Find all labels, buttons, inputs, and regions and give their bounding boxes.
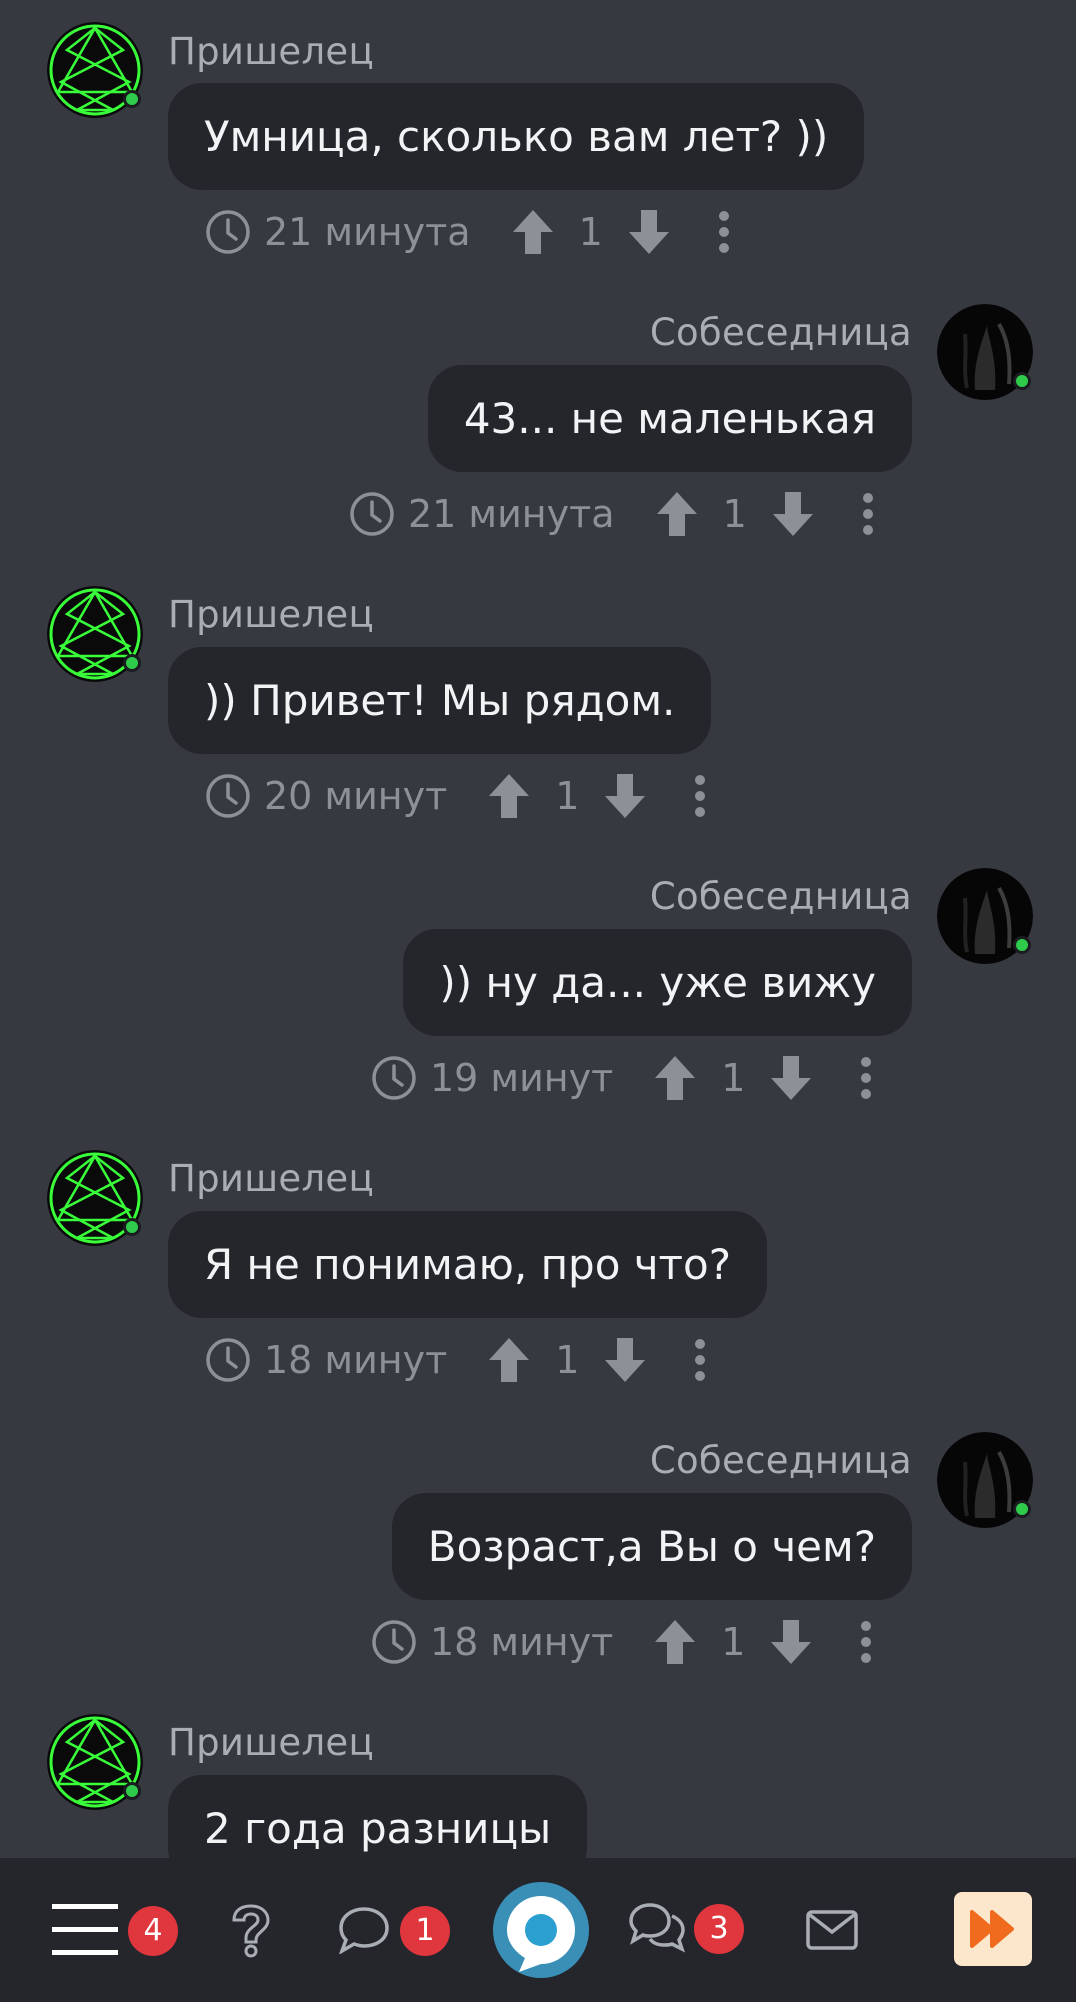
message-time: 19 минут [430,1056,614,1100]
online-indicator [1013,1500,1031,1518]
message-bubble[interactable]: Я не понимаю, про что? [168,1211,768,1318]
comments-badge: 1 [400,1906,450,1956]
menu-badge: 4 [128,1906,178,1956]
vote-count: 1 [555,1338,580,1382]
vote-count: 1 [555,774,580,818]
avatar-sobesednitsa[interactable] [937,1432,1033,1528]
clock-icon [372,1620,416,1664]
message-time: 20 минут [264,774,448,818]
message-bubble[interactable]: 43... не маленькая [427,365,912,472]
clock-icon [372,1056,416,1100]
vote-count: 1 [721,1620,746,1664]
chat-thread[interactable]: Пришелец Умница, сколько вам лет? )) 21 … [0,0,1076,1858]
mail-button[interactable] [806,1910,858,1950]
message-bubble[interactable]: )) ну да... уже вижу [403,929,912,1036]
message-bubble[interactable]: Возраст,а Вы о чем? [391,1493,912,1600]
upvote-icon[interactable] [487,772,531,820]
downvote-icon[interactable] [627,208,671,256]
online-indicator [123,90,141,108]
author-name[interactable]: Пришелец [168,30,374,73]
clock-icon [206,774,250,818]
message-meta: 20 минут 1 [204,766,707,826]
more-options-icon[interactable] [859,1620,873,1664]
message-meta: 18 минут 1 [204,1330,707,1390]
help-button[interactable] [228,1904,274,1958]
author-name[interactable]: Пришелец [168,593,374,636]
message-time: 18 минут [264,1338,448,1382]
clock-icon [206,210,250,254]
author-name[interactable]: Пришелец [168,1721,374,1764]
more-options-icon[interactable] [693,774,707,818]
fast-forward-button[interactable] [954,1892,1032,1966]
downvote-icon[interactable] [603,772,647,820]
vote-count: 1 [721,1056,746,1100]
clock-icon [206,1338,250,1382]
downvote-icon[interactable] [771,490,815,538]
clock-icon [350,492,394,536]
message-meta: 19 минут 1 [370,1048,873,1108]
app-logo-icon [495,1884,587,1976]
message-time: 21 минута [408,492,615,536]
more-options-icon[interactable] [859,1056,873,1100]
mail-icon [806,1910,858,1950]
downvote-icon[interactable] [769,1054,813,1102]
avatar-sobesednitsa[interactable] [937,868,1033,964]
message-bubble[interactable]: )) Привет! Мы рядом. [168,647,712,754]
avatar-sobesednitsa[interactable] [937,304,1033,400]
message-meta: 18 минут 1 [370,1612,873,1672]
fast-forward-icon [970,1910,1014,1948]
message-time: 18 минут [430,1620,614,1664]
discussions-button[interactable] [628,1902,686,1954]
message-meta: 21 минута 1 [204,202,731,262]
downvote-icon[interactable] [769,1618,813,1666]
author-name[interactable]: Пришелец [168,1157,374,1200]
app-logo[interactable] [493,1882,589,1978]
discussions-icon [629,1903,685,1953]
comments-button[interactable] [338,1906,390,1954]
message-time: 21 минута [264,210,471,254]
avatar-prishelets[interactable] [47,1150,143,1246]
author-name[interactable]: Собеседница [650,311,912,354]
upvote-icon[interactable] [653,1054,697,1102]
menu-button[interactable] [52,1904,118,1956]
discussions-badge: 3 [694,1904,744,1954]
vote-count: 1 [578,210,603,254]
online-indicator [123,1782,141,1800]
upvote-icon[interactable] [511,208,555,256]
help-icon [232,1904,270,1958]
author-name[interactable]: Собеседница [650,1439,912,1482]
online-indicator [1013,372,1031,390]
online-indicator [123,654,141,672]
vote-count: 1 [722,492,747,536]
comment-icon [339,1907,389,1954]
message-meta: 21 минута 1 [348,484,875,544]
more-options-icon[interactable] [861,492,875,536]
avatar-prishelets[interactable] [47,22,143,118]
avatar-prishelets[interactable] [47,1714,143,1810]
more-options-icon[interactable] [717,210,731,254]
avatar-prishelets[interactable] [47,586,143,682]
online-indicator [1013,936,1031,954]
message-bubble[interactable]: Умница, сколько вам лет? )) [168,83,865,190]
message-bubble[interactable]: 2 года разницы [168,1775,588,1858]
author-name[interactable]: Собеседница [650,875,912,918]
downvote-icon[interactable] [603,1336,647,1384]
upvote-icon[interactable] [655,490,699,538]
upvote-icon[interactable] [653,1618,697,1666]
online-indicator [123,1218,141,1236]
more-options-icon[interactable] [693,1338,707,1382]
upvote-icon[interactable] [487,1336,531,1384]
menu-icon [52,1904,118,1955]
